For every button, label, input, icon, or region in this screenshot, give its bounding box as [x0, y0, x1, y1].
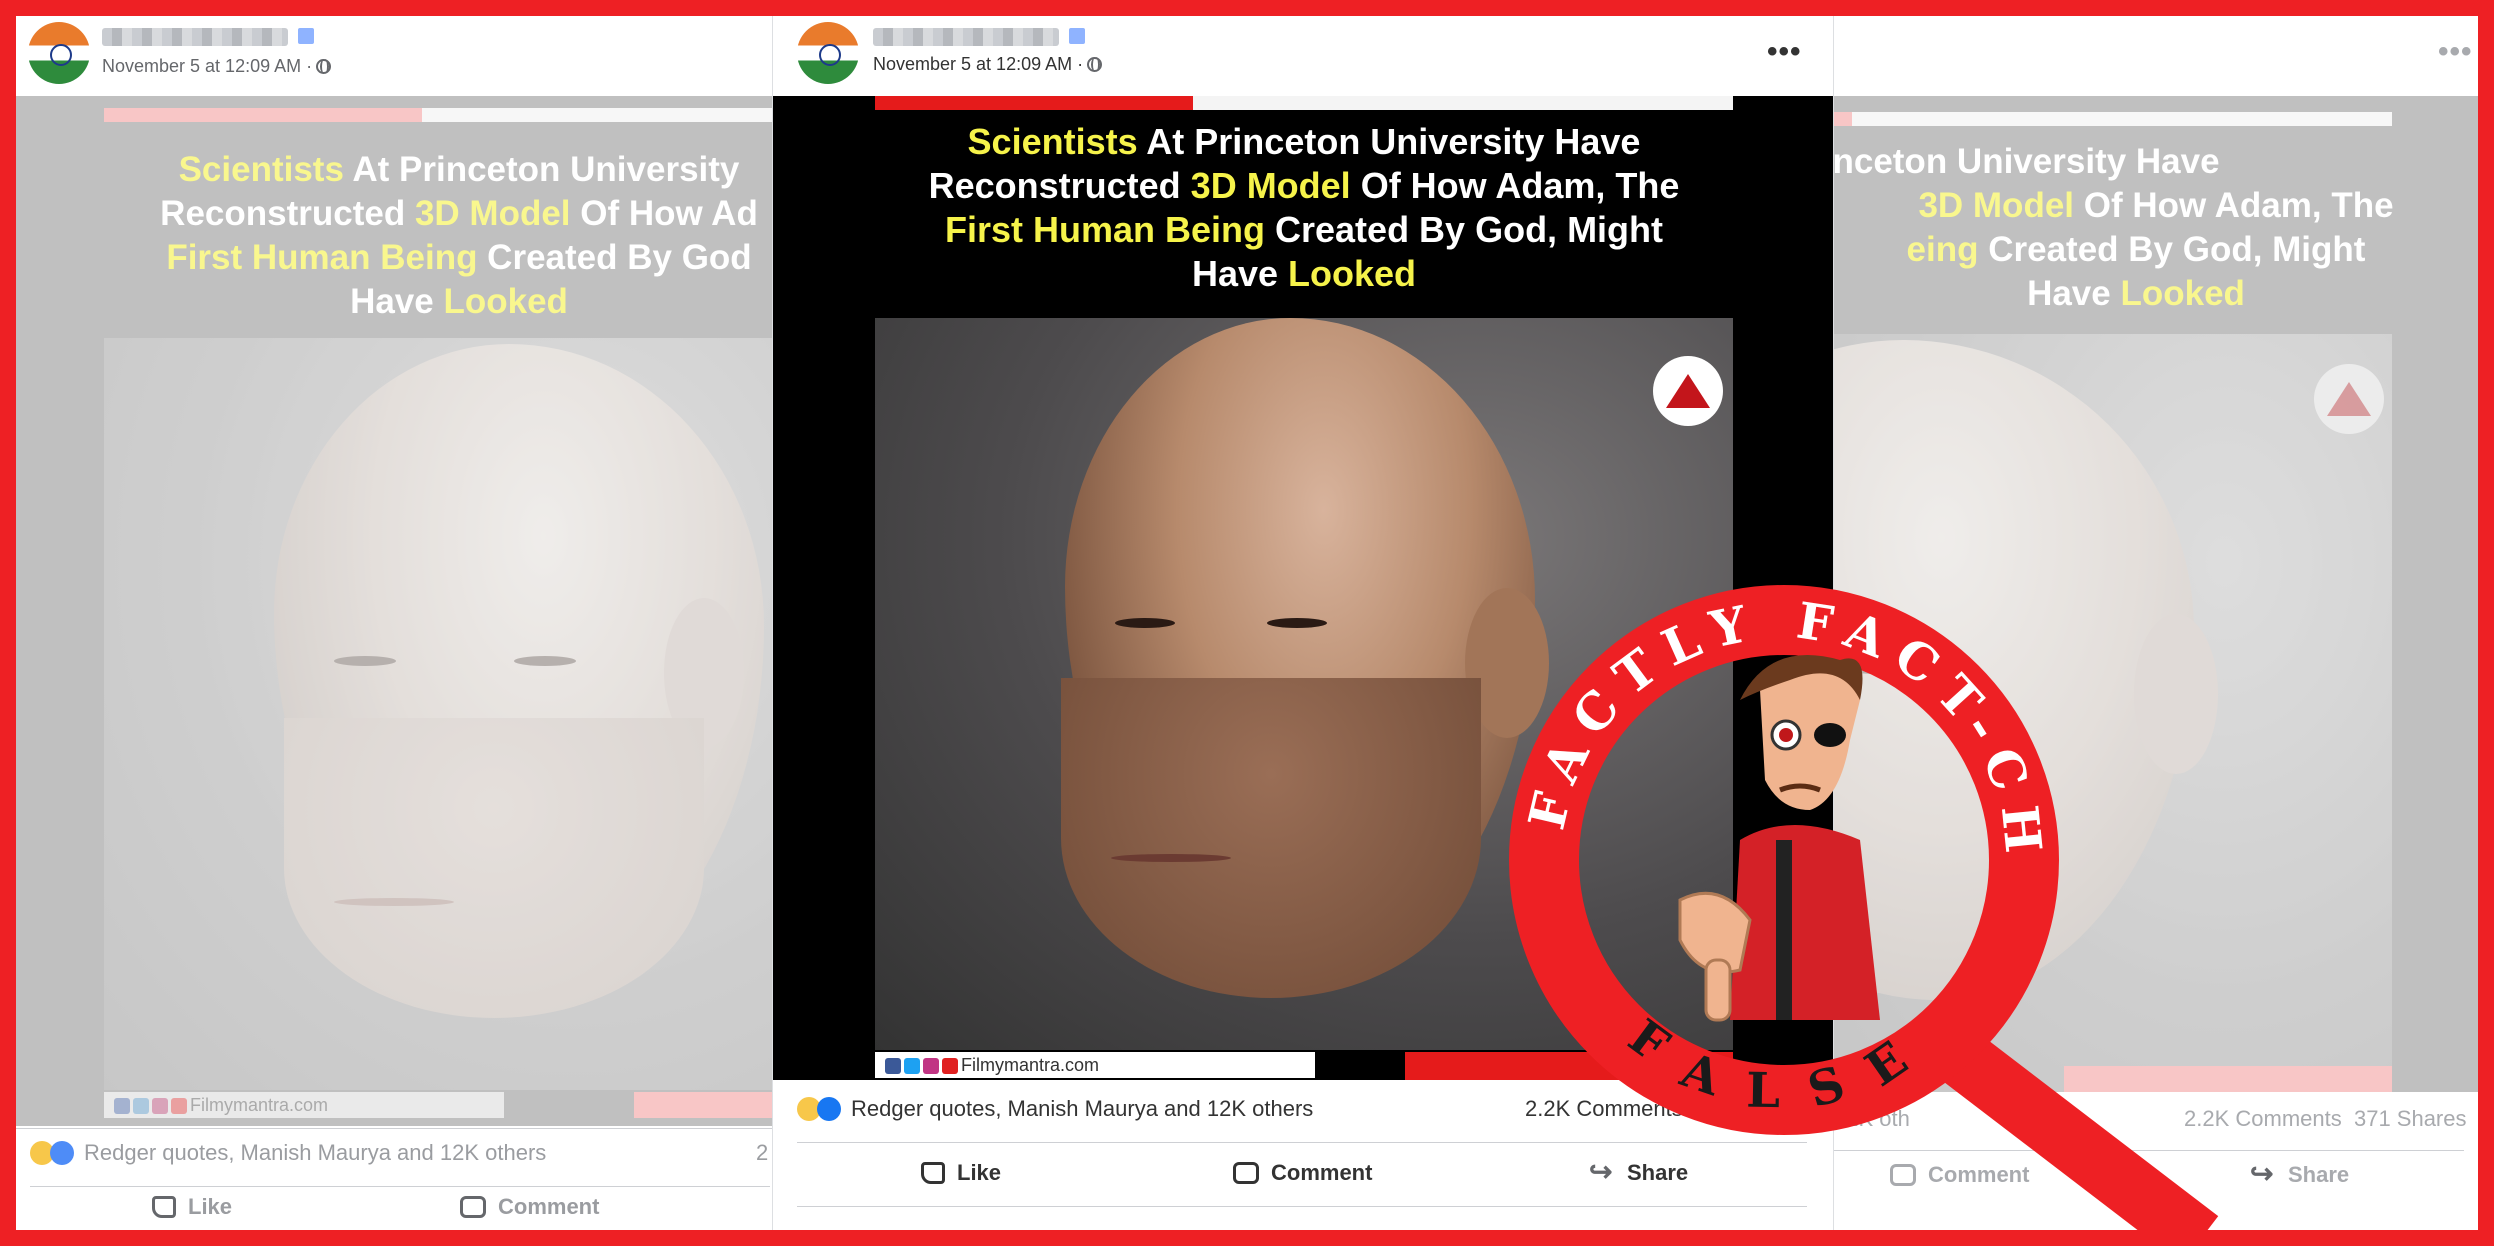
face-photo	[875, 318, 1733, 1050]
post-header: November 5 at 12:09 AM ·	[16, 16, 772, 96]
center-post: November 5 at 12:09 AM · ••• Scientists …	[772, 16, 1834, 1230]
avatar[interactable]	[28, 22, 90, 84]
right-fade-overlay	[1834, 96, 2478, 1092]
image-bottom-bar	[1405, 1052, 1733, 1080]
comment-button[interactable]: Comment	[1890, 1162, 2029, 1188]
image-watermark: Filmymantra.com	[875, 1052, 1315, 1078]
left-eye	[1115, 618, 1175, 628]
verified-badge-icon	[298, 28, 314, 44]
comment-button[interactable]: Comment	[460, 1194, 599, 1220]
share-button[interactable]: Share	[2250, 1157, 2349, 1190]
verified-badge-icon	[1069, 28, 1085, 44]
post-timestamp[interactable]: November 5 at 12:09 AM ·	[873, 54, 1103, 75]
comment-button[interactable]: Comment	[1233, 1160, 1372, 1186]
reactions-summary-partial[interactable]: 12K oth	[1834, 1106, 1910, 1132]
share-icon	[2250, 1157, 2276, 1190]
blurred-author-name[interactable]	[873, 28, 1059, 46]
blurred-author-name[interactable]	[102, 28, 288, 46]
post-image[interactable]: Scientists At Princeton University Have …	[773, 96, 1833, 1080]
post-header: November 5 at 12:09 AM · •••	[773, 16, 1833, 96]
mouth	[1111, 854, 1231, 862]
thumbs-up-icon	[921, 1162, 945, 1184]
like-reaction-icon	[817, 1097, 841, 1121]
comment-icon	[460, 1196, 486, 1218]
share-icon	[1589, 1155, 1615, 1188]
more-options-icon[interactable]: •••	[1767, 37, 1802, 67]
globe-icon	[1087, 57, 1103, 72]
divider	[1834, 1150, 2464, 1151]
reactions-summary[interactable]: Redger quotes, Manish Maurya and 12K oth…	[797, 1096, 1313, 1122]
3d-logo-badge	[1653, 356, 1723, 426]
divider	[797, 1142, 1807, 1143]
more-options-icon[interactable]: •••	[2438, 37, 2473, 67]
like-button[interactable]: Like	[921, 1160, 1001, 1186]
right-eye	[1267, 618, 1327, 628]
image-top-bar	[875, 96, 1193, 110]
comment-count-partial[interactable]: 2	[756, 1140, 768, 1166]
post-timestamp[interactable]: November 5 at 12:09 AM ·	[102, 56, 332, 77]
comment-icon	[1890, 1164, 1916, 1186]
comment-icon	[1233, 1162, 1259, 1184]
divider	[797, 1206, 1807, 1207]
comment-count[interactable]: 2.2K Comments	[1525, 1096, 1683, 1122]
image-headline: Scientists At Princeton University Have …	[928, 121, 1680, 294]
image-top-bar	[1193, 96, 1733, 110]
divider	[30, 1186, 770, 1187]
thumbs-up-icon	[152, 1196, 176, 1218]
share-button[interactable]: Share	[1589, 1155, 1688, 1188]
like-button[interactable]: Like	[152, 1194, 232, 1220]
post-header: •••	[1834, 16, 2478, 96]
left-fade-overlay	[16, 96, 772, 1126]
jaw-shape	[1061, 678, 1481, 998]
post-stats[interactable]: 2.2K Comments 371 Shares	[2184, 1106, 2467, 1132]
avatar[interactable]	[797, 22, 859, 84]
reactions-summary[interactable]: Redger quotes, Manish Maurya and 12K oth…	[30, 1140, 546, 1166]
divider	[16, 1128, 772, 1129]
globe-icon	[316, 59, 332, 74]
like-reaction-icon	[50, 1141, 74, 1165]
